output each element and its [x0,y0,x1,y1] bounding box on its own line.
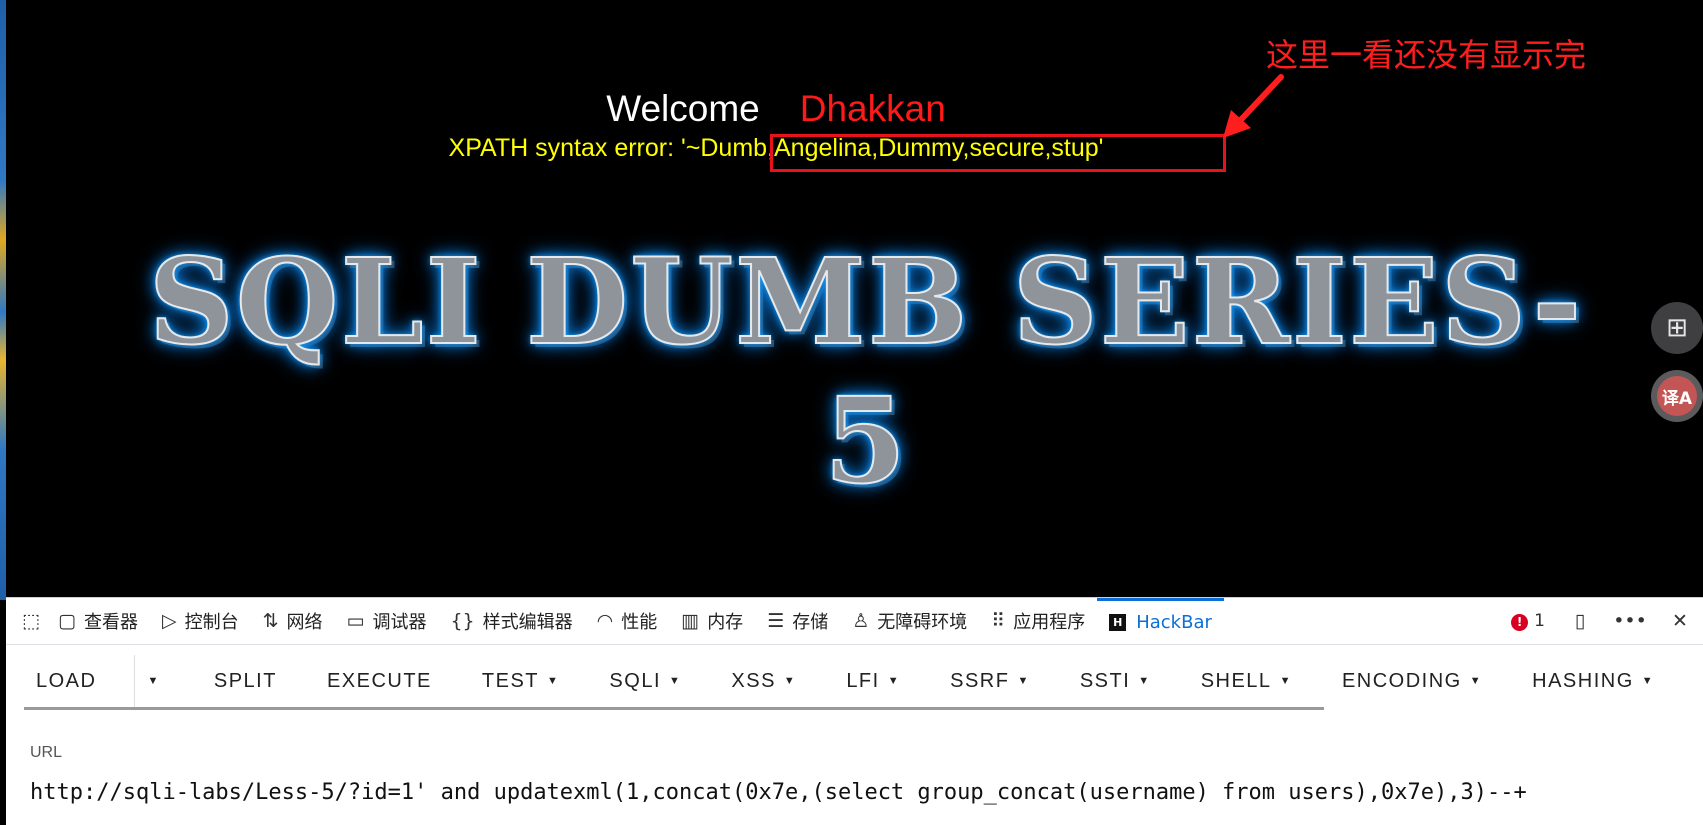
custom-menu[interactable]: CU [1692,670,1703,693]
tab-application[interactable]: ⠿ 应用程序 [979,598,1097,644]
tab-performance[interactable]: ◠ 性能 [585,598,670,644]
performance-icon: ◠ [596,610,614,632]
chevron-down-icon: ▼ [669,675,682,688]
xss-menu[interactable]: XSS ▼ [719,670,796,693]
load-dropdown-icon[interactable]: ▼ [134,655,171,707]
welcome-line: Welcome Dhakkan [6,88,1546,130]
tab-inspector[interactable]: ▢ 查看器 [46,598,150,644]
ssrf-menu[interactable]: SSRF ▼ [938,670,1030,693]
tab-console[interactable]: ▷ 控制台 [150,598,251,644]
annotation-text: 这里一看还没有显示完 [1266,36,1587,74]
chevron-down-icon: ▼ [1279,675,1292,688]
tab-network[interactable]: ⇅ 网络 [251,598,335,644]
application-icon: ⠿ [991,610,1006,632]
execute-button[interactable]: EXECUTE [315,670,432,693]
chevron-down-icon: ▼ [1138,675,1151,688]
tab-storage[interactable]: ☰ 存储 [755,598,840,644]
ssti-menu[interactable]: SSTI ▼ [1068,670,1151,693]
tab-debugger[interactable]: ▭ 调试器 [335,598,439,644]
element-picker-icon[interactable]: ⬚ [16,610,46,632]
inspector-icon: ▢ [58,610,76,632]
sqli-menu[interactable]: SQLI ▼ [597,670,681,693]
chevron-down-icon: ▼ [783,675,797,688]
encoding-menu[interactable]: ENCODING ▼ [1330,670,1482,693]
test-menu[interactable]: TEST ▼ [470,670,560,693]
welcome-label: Welcome [606,88,760,129]
lfi-menu[interactable]: LFI ▼ [834,670,900,693]
qr-code-button[interactable]: ⊞ [1651,302,1703,354]
annotation-highlight-box [770,134,1226,172]
accessibility-icon: ♙ [852,610,870,632]
web-page: Welcome Dhakkan XPATH syntax error: '~Dum… [6,0,1703,597]
sqli-logo: SQLI DUMB SERIES-5 [148,231,1584,511]
url-input[interactable] [30,772,1690,812]
close-icon[interactable]: ✕ [1665,610,1695,632]
username: Dhakkan [799,88,946,129]
hackbar-icon: H [1109,614,1127,631]
shell-menu[interactable]: SHELL ▼ [1189,670,1292,693]
error-prefix: XPATH syntax error: ' [448,134,686,162]
translate-icon: 译A [1657,376,1697,416]
devtools-toolbar: ⬚ ▢ 查看器 ▷ 控制台 ⇅ 网络 ▭ 调试器 {} 样式编辑器 ◠ 性能 ▥ 内存 ☰ 存储… [6,598,1703,645]
chevron-down-icon: ▼ [1641,675,1655,688]
error-icon: ! [1511,613,1529,631]
split-button[interactable]: SPLIT [202,670,277,693]
qr-code-icon: ⊞ [1666,313,1688,343]
hashing-menu[interactable]: HASHING ▼ [1520,670,1654,693]
network-icon: ⇅ [262,610,279,632]
load-button[interactable]: LOAD [24,670,96,693]
hackbar-menu: LOAD ▼ SPLIT EXECUTE TEST ▼ SQLI ▼ XSS ▼ LF… [24,655,1653,710]
error-count-badge[interactable]: ! 1 [1511,611,1545,631]
dock-side-icon[interactable]: ▯ [1565,610,1595,632]
chevron-down-icon: ▼ [887,675,901,688]
devtools-panel: ⬚ ▢ 查看器 ▷ 控制台 ⇅ 网络 ▭ 调试器 {} 样式编辑器 ◠ 性能 ▥ 内存 ☰ 存储… [6,597,1703,825]
chevron-down-icon: ▼ [1469,675,1483,688]
style-editor-icon: {} [450,610,475,632]
tab-style-editor[interactable]: {} 样式编辑器 [438,598,584,644]
chevron-down-icon: ▼ [547,675,560,688]
debugger-icon: ▭ [346,610,365,632]
tab-accessibility[interactable]: ♙ 无障碍环境 [840,598,979,644]
storage-icon: ☰ [767,610,785,632]
tab-hackbar[interactable]: H HackBar [1097,598,1224,644]
tab-memory[interactable]: ▥ 内存 [669,598,755,644]
url-label: URL [30,744,63,761]
translate-button[interactable]: 译A [1651,370,1703,422]
toolbar-right: ! 1 ▯ ••• ✕ [1511,610,1703,632]
console-icon: ▷ [161,610,177,632]
more-options-icon[interactable]: ••• [1613,610,1647,632]
memory-icon: ▥ [681,610,700,632]
annotation-arrow-icon [1223,74,1284,138]
chevron-down-icon: ▼ [1017,675,1030,688]
